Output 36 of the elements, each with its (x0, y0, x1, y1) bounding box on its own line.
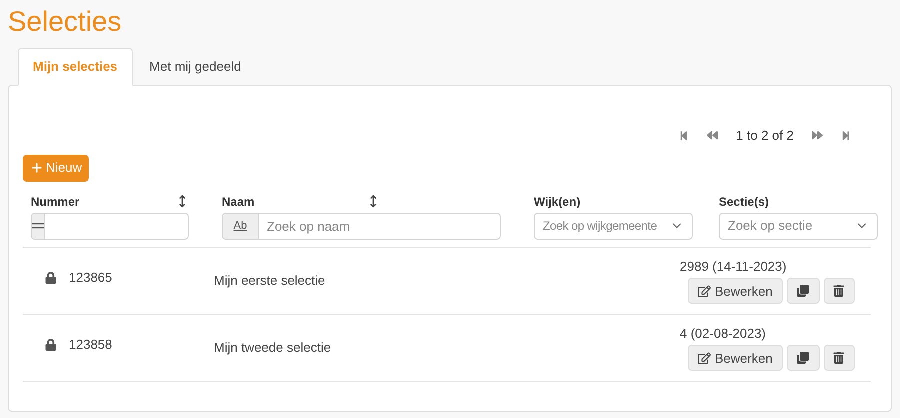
column-header[interactable]: Wijk(en) (534, 192, 581, 210)
edit-button[interactable]: Bewerken (688, 278, 783, 304)
copy-button[interactable] (786, 278, 820, 304)
trash-icon (833, 352, 846, 364)
delete-button[interactable] (824, 278, 855, 304)
edit-icon (698, 352, 711, 365)
table-cell-text: Mijn eerste selectie (214, 272, 326, 290)
tab[interactable]: Met mij gedeeld (132, 48, 258, 86)
page-title: Selecties (7, 5, 123, 36)
edit-button[interactable]: Bewerken (688, 345, 783, 372)
column-header[interactable]: Nummer (31, 192, 80, 210)
first-page-icon[interactable] (679, 130, 690, 141)
name-filter[interactable]: Ab Zoek op naam (222, 212, 501, 240)
copy-icon (797, 285, 810, 298)
prefix-label: Ab (223, 214, 259, 238)
table-cell-text: 123865 (69, 269, 112, 288)
table-cell-text: 4 (02-08-2023) (680, 324, 766, 343)
page-summary: 1 to 2 of 2 (736, 127, 794, 145)
select-field[interactable]: Zoek op sectie (719, 212, 878, 240)
last-page-icon[interactable] (841, 130, 851, 141)
column-header[interactable]: Sectie(s) (719, 192, 770, 210)
trash-icon (833, 285, 846, 298)
select-field[interactable]: Zoek op wijkgemeente (534, 212, 693, 240)
name-filter-field[interactable]: Zoek op naam (259, 214, 500, 238)
previous-page-icon[interactable] (707, 130, 718, 142)
table-cell-text: Mijn tweede selectie (214, 338, 332, 357)
column-header[interactable]: Naam (222, 192, 255, 210)
copy-icon (797, 352, 810, 364)
table-cell-text: 123858 (69, 336, 112, 354)
equals-icon (32, 214, 45, 238)
edit-icon (698, 284, 711, 298)
next-page-icon[interactable] (812, 130, 823, 142)
copy-button[interactable] (786, 345, 820, 372)
plus-icon (30, 161, 44, 175)
delete-button[interactable] (824, 345, 855, 372)
table-cell-text: 2989 (14-11-2023) (680, 258, 787, 276)
